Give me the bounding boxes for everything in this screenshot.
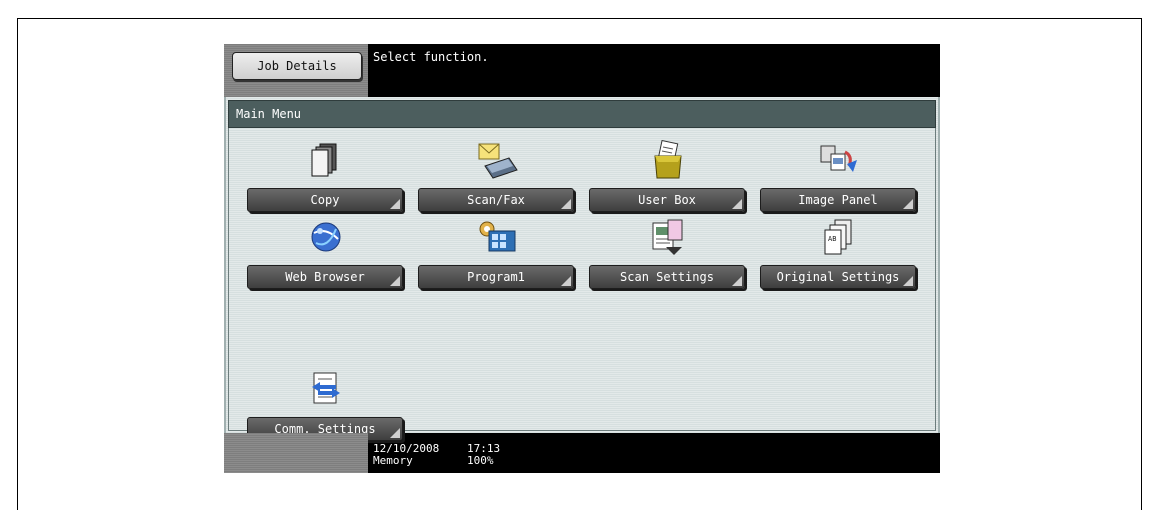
user-box-icon <box>644 140 692 180</box>
scan-fax-button[interactable]: Scan/Fax <box>418 188 574 212</box>
footer-date-block: 12/10/2008 Memory <box>373 443 439 467</box>
panel-title: Main Menu <box>228 100 936 128</box>
footer-memory-label: Memory <box>373 454 413 467</box>
main-menu-panel: Main Menu Copy Scan/Fax User Box Image P… <box>224 97 940 441</box>
function-image-panel: Image Panel <box>760 140 918 212</box>
image-panel-button[interactable]: Image Panel <box>760 188 916 212</box>
footer-time-block: 17:13 100% <box>467 443 500 467</box>
job-details-button[interactable]: Job Details <box>232 52 362 80</box>
function-scan-fax: Scan/Fax <box>418 140 576 212</box>
copy-button[interactable]: Copy <box>247 188 403 212</box>
function-original-settings: AB Original Settings <box>760 217 918 289</box>
program-icon <box>473 217 521 257</box>
copy-icon <box>302 140 350 180</box>
status-message: Select function. <box>373 50 489 64</box>
footer-left-area <box>224 433 368 473</box>
image-panel-icon <box>815 140 863 180</box>
function-program1: Program1 <box>418 217 576 289</box>
scan-fax-icon <box>473 140 521 180</box>
svg-text:AB: AB <box>828 235 836 243</box>
footer-memory-value: 100% <box>467 454 494 467</box>
original-settings-icon: AB <box>815 217 863 257</box>
function-copy: Copy <box>247 140 405 212</box>
scan-settings-icon <box>644 217 692 257</box>
web-browser-button[interactable]: Web Browser <box>247 265 403 289</box>
comm-settings-icon <box>302 369 350 409</box>
scan-settings-button[interactable]: Scan Settings <box>589 265 745 289</box>
user-box-button[interactable]: User Box <box>589 188 745 212</box>
web-browser-icon <box>302 217 350 257</box>
header-left-area: Job Details <box>224 44 368 97</box>
function-comm-settings: Comm. Settings <box>247 369 405 441</box>
function-scan-settings: Scan Settings <box>589 217 747 289</box>
original-settings-button[interactable]: Original Settings <box>760 265 916 289</box>
program1-button[interactable]: Program1 <box>418 265 574 289</box>
function-web-browser: Web Browser <box>247 217 405 289</box>
touch-panel-screen: Job Details Select function. Main Menu C… <box>224 44 940 473</box>
function-user-box: User Box <box>589 140 747 212</box>
